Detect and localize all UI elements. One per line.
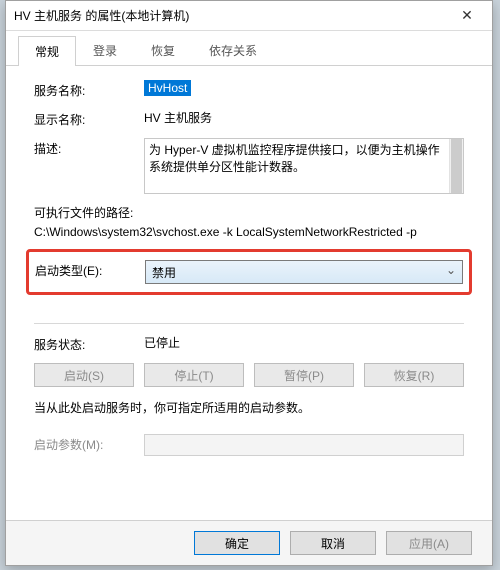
startup-type-label: 启动类型(E): [35,260,145,279]
description-scrollbar[interactable] [449,139,463,193]
properties-dialog: HV 主机服务 的属性(本地计算机) ✕ 常规 登录 恢复 依存关系 服务名称:… [5,0,493,566]
startup-type-value: 禁用 [152,264,176,281]
ok-button[interactable]: 确定 [194,531,280,555]
service-name-label: 服务名称: [34,80,144,99]
startup-type-select[interactable]: 禁用 [145,260,463,284]
cancel-button[interactable]: 取消 [290,531,376,555]
start-params-note: 当从此处启动服务时，你可指定所适用的启动参数。 [34,399,464,416]
startup-type-highlight: 启动类型(E): 禁用 [26,249,472,295]
service-status-label: 服务状态: [34,334,144,353]
tab-logon[interactable]: 登录 [76,35,134,65]
display-name-value: HV 主机服务 [144,109,212,126]
close-button[interactable]: ✕ [446,2,488,30]
dialog-footer: 确定 取消 应用(A) [6,520,492,565]
exe-path-label: 可执行文件的路径: [34,204,464,221]
resume-button[interactable]: 恢复(R) [364,363,464,387]
pause-button[interactable]: 暂停(P) [254,363,354,387]
window-title: HV 主机服务 的属性(本地计算机) [14,7,446,24]
start-button[interactable]: 启动(S) [34,363,134,387]
description-label: 描述: [34,138,144,157]
start-params-label: 启动参数(M): [34,434,144,453]
exe-path-value: C:\Windows\system32\svchost.exe -k Local… [34,225,464,239]
tab-dependencies[interactable]: 依存关系 [192,35,274,65]
close-icon: ✕ [461,7,473,24]
start-params-input[interactable] [144,434,464,456]
service-name-value[interactable]: HvHost [144,80,191,96]
display-name-label: 显示名称: [34,109,144,128]
titlebar[interactable]: HV 主机服务 的属性(本地计算机) ✕ [6,1,492,31]
tab-general[interactable]: 常规 [18,36,76,66]
divider [34,323,464,324]
service-status-value: 已停止 [144,334,180,351]
tab-recovery[interactable]: 恢复 [134,35,192,65]
content-area: 服务名称: HvHost 显示名称: HV 主机服务 描述: 为 Hyper-V… [6,66,492,456]
description-box[interactable]: 为 Hyper-V 虚拟机监控程序提供接口，以便为主机操作系统提供单分区性能计数… [144,138,464,194]
description-text: 为 Hyper-V 虚拟机监控程序提供接口，以便为主机操作系统提供单分区性能计数… [149,143,440,174]
apply-button[interactable]: 应用(A) [386,531,472,555]
stop-button[interactable]: 停止(T) [144,363,244,387]
tab-strip: 常规 登录 恢复 依存关系 [6,31,492,66]
